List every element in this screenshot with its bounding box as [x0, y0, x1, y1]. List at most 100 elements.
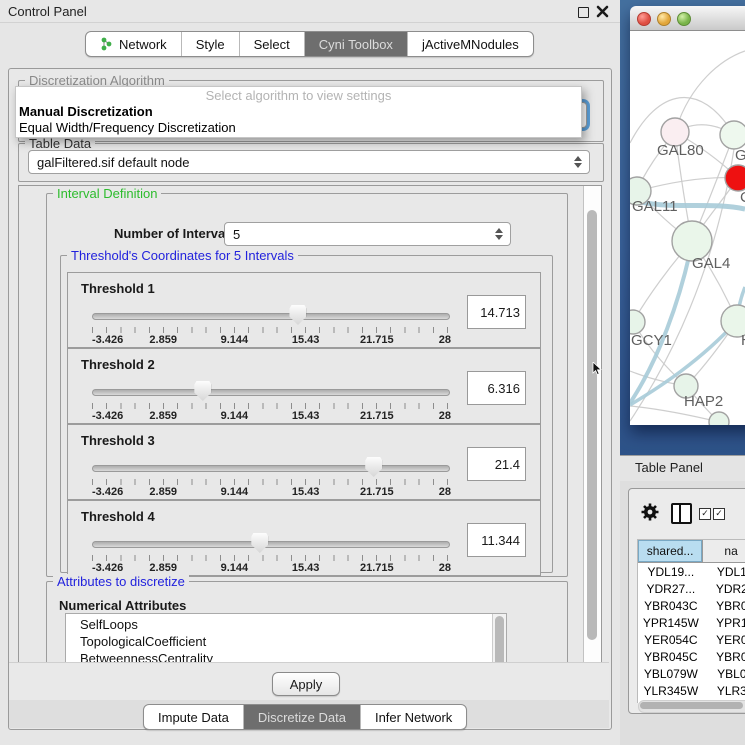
tab-network[interactable]: Network	[86, 32, 181, 56]
slider-tick-labels: -3.4262.8599.14415.4321.71528	[92, 334, 448, 346]
minimize-traffic-light-icon[interactable]	[657, 12, 671, 26]
threshold-slider[interactable]: -3.4262.8599.14415.4321.71528	[92, 303, 448, 345]
slider-track[interactable]	[92, 465, 450, 472]
column-header-name[interactable]: na	[703, 540, 745, 562]
panel-title: Control Panel	[8, 4, 87, 19]
numerical-attributes-list[interactable]: SelfLoopsTopologicalCoefficientBetweenne…	[65, 613, 507, 664]
network-node[interactable]	[720, 121, 745, 149]
tick-label: 15.43	[292, 486, 320, 498]
tick-label: 21.715	[360, 410, 394, 422]
attribute-item[interactable]: SelfLoops	[80, 616, 506, 633]
network-icon	[100, 37, 113, 51]
tab-jactivemnodules[interactable]: jActiveMNodules	[407, 32, 533, 56]
checkbox-icon[interactable]: ✓	[713, 508, 725, 520]
network-edge[interactable]	[675, 51, 745, 132]
slider-thumb[interactable]	[365, 457, 382, 477]
network-node[interactable]	[709, 412, 729, 425]
attributes-scrollbar[interactable]	[492, 614, 506, 664]
float-icon[interactable]	[578, 7, 589, 18]
network-node-label: C	[740, 189, 745, 206]
dropdown-option-equal-width[interactable]: Equal Width/Frequency Discretization	[16, 120, 581, 136]
table-row[interactable]: YER054C YER0	[638, 631, 745, 648]
table-header-row: shared... na	[638, 540, 745, 563]
slider-thumb[interactable]	[194, 381, 211, 401]
tick-label: 15.43	[292, 334, 320, 346]
threshold-slider[interactable]: -3.4262.8599.14415.4321.71528	[92, 379, 448, 421]
node-table[interactable]: shared... na YDL19... YDL1 YDR27... YDR2…	[637, 539, 745, 703]
thresholds-title: Threshold's Coordinates for 5 Intervals	[67, 248, 298, 263]
table-panel-body: ✓ ✓ shared... na YDL19... YDL1 YDR27... …	[620, 481, 745, 745]
network-node[interactable]	[725, 165, 745, 191]
control-panel-tabbar: Network Style Select Cyni Toolbox jActiv…	[85, 31, 534, 57]
tick-label: 2.859	[149, 334, 177, 346]
cell-shared-name: YBR045C	[638, 648, 704, 665]
cell-shared-name: YBL079W	[638, 665, 704, 682]
columns-icon[interactable]	[671, 503, 692, 524]
table-row[interactable]: YDL19... YDL1	[638, 563, 745, 580]
slider-thumb[interactable]	[289, 305, 306, 325]
table-row[interactable]: YLR345W YLR3	[638, 682, 745, 699]
tick-label: 28	[439, 334, 451, 346]
table-data-combo[interactable]: galFiltered.sif default node	[28, 150, 590, 174]
threshold-label: Threshold 2	[81, 357, 155, 372]
slider-ticks	[92, 555, 448, 561]
cyni-mode-tabbar: Impute Data Discretize Data Infer Networ…	[143, 704, 467, 730]
zoom-traffic-light-icon[interactable]	[677, 12, 691, 26]
thresholds-group: Threshold's Coordinates for 5 Intervals …	[60, 255, 553, 573]
tick-label: -3.426	[92, 410, 123, 422]
table-row[interactable]: YBR045C YBR0	[638, 648, 745, 665]
tab-select[interactable]: Select	[239, 32, 304, 56]
close-traffic-light-icon[interactable]	[637, 12, 651, 26]
threshold-value-input[interactable]: 6.316	[467, 371, 526, 405]
network-window-titlebar	[630, 6, 745, 31]
cell-name: YER0	[704, 631, 745, 648]
tab-infer-network[interactable]: Infer Network	[360, 705, 466, 729]
network-node[interactable]	[630, 310, 645, 334]
threshold-value-input[interactable]: 11.344	[467, 523, 526, 557]
slider-track[interactable]	[92, 389, 450, 396]
threshold-slider[interactable]: -3.4262.8599.14415.4321.71528	[92, 455, 448, 497]
network-window: GAL80GACGAL11GAL4GCY1HHAP2	[630, 6, 745, 425]
network-desktop: GAL80GACGAL11GAL4GCY1HHAP2	[620, 0, 745, 455]
close-icon[interactable]	[596, 5, 609, 18]
attribute-item[interactable]: TopologicalCoefficient	[80, 633, 506, 650]
tab-cyni-toolbox[interactable]: Cyni Toolbox	[304, 32, 407, 56]
tab-impute-data[interactable]: Impute Data	[144, 705, 243, 729]
slider-thumb[interactable]	[251, 533, 268, 553]
apply-button[interactable]: Apply	[272, 672, 340, 696]
table-row[interactable]: YBL079W YBL0	[638, 665, 745, 682]
gear-icon[interactable]	[640, 502, 660, 525]
column-header-shared-name[interactable]: shared...	[638, 540, 703, 562]
slider-tick-labels: -3.4262.8599.14415.4321.71528	[92, 486, 448, 498]
right-column: GAL80GACGAL11GAL4GCY1HHAP2 Table Panel ✓	[620, 0, 745, 745]
control-panel-titlebar: Control Panel	[0, 0, 620, 23]
attributes-title: Attributes to discretize	[53, 574, 189, 589]
tab-discretize-data[interactable]: Discretize Data	[243, 705, 360, 729]
cell-name: YBR0	[704, 648, 745, 665]
tab-style[interactable]: Style	[181, 32, 239, 56]
table-row[interactable]: YBR043C YBR0	[638, 597, 745, 614]
network-edge[interactable]	[637, 178, 738, 191]
tick-label: 9.144	[221, 562, 249, 574]
threshold-value-input[interactable]: 21.4	[467, 447, 526, 481]
checkbox-icon[interactable]: ✓	[699, 508, 711, 520]
threshold-value-input[interactable]: 14.713	[467, 295, 526, 329]
dropdown-option-manual[interactable]: Manual Discretization	[16, 104, 581, 120]
slider-track[interactable]	[92, 313, 450, 320]
cell-shared-name: YBR043C	[638, 597, 704, 614]
settings-scroll-panel: Interval Definition Number of Intervals …	[18, 185, 602, 664]
threshold-slider[interactable]: -3.4262.8599.14415.4321.71528	[92, 531, 448, 573]
settings-vertical-scrollbar[interactable]	[583, 186, 601, 663]
tick-label: 15.43	[292, 562, 320, 574]
table-row[interactable]: YDR27... YDR2	[638, 580, 745, 597]
number-of-intervals-combo[interactable]: 5	[224, 222, 511, 246]
attributes-group: Attributes to discretize Numerical Attri…	[46, 581, 568, 664]
slider-tick-labels: -3.4262.8599.14415.4321.71528	[92, 410, 448, 422]
apply-bar: Apply	[9, 662, 609, 701]
slider-track[interactable]	[92, 541, 450, 548]
table-panel-header: Table Panel	[620, 455, 745, 482]
table-row[interactable]: YPR145W YPR1	[638, 614, 745, 631]
network-canvas[interactable]: GAL80GACGAL11GAL4GCY1HHAP2	[630, 31, 745, 425]
tick-label: 28	[439, 486, 451, 498]
table-horizontal-scrollbar[interactable]	[638, 700, 745, 713]
